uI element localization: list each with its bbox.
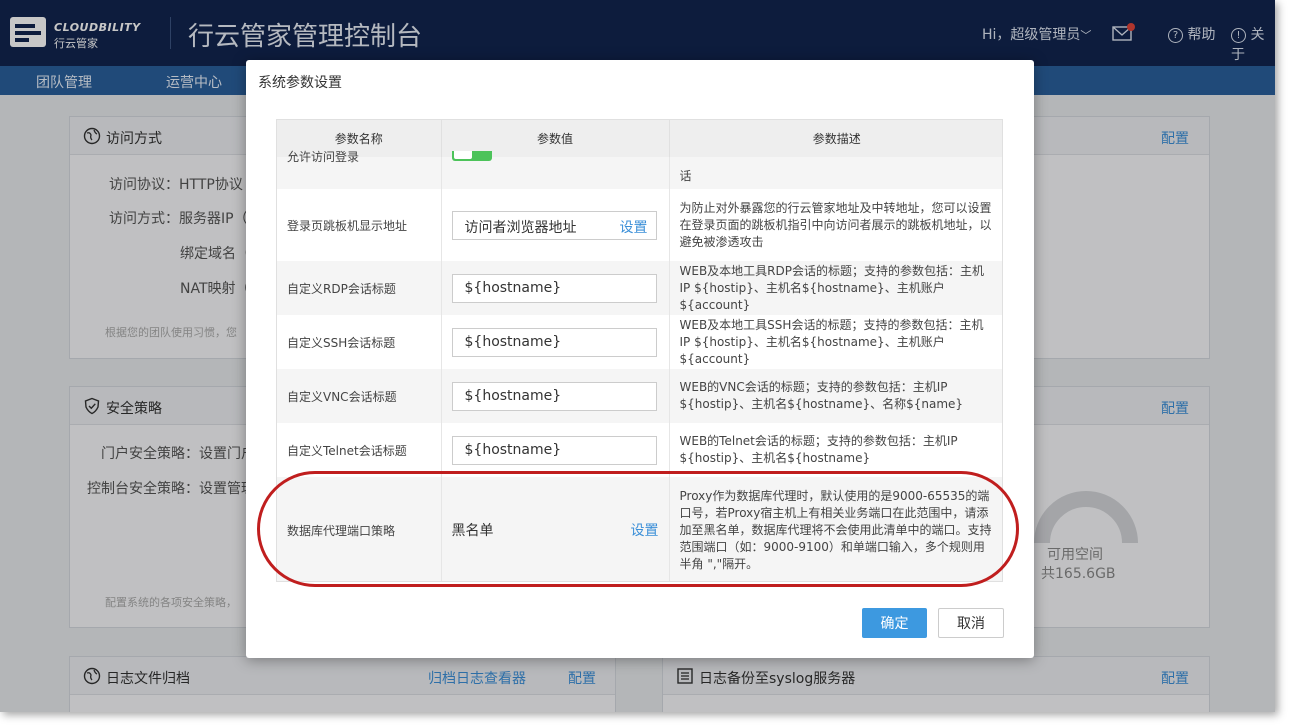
row-desc: WEB的Telnet会话的标题；支持的参数包括：主机IP ${hostip}、主… (679, 434, 958, 465)
jump-host-address-field[interactable]: 访问者浏览器地址 设置 (451, 210, 657, 240)
toggle-knob (453, 151, 472, 159)
highlight-annotation (257, 471, 1019, 587)
page: CLOUDBILITY 行云管家 行云管家管理控制台 Hi，超级管理员﹀ ? 帮… (0, 0, 1275, 712)
col-header-desc: 参数描述 (669, 120, 1002, 157)
row-desc: WEB的VNC会话的标题；支持的参数包括：主机IP ${hostip}、主机名$… (679, 380, 964, 411)
table-row: 自定义SSH会话标题 ${hostname} WEB及本地工具SSH会话的标题；… (277, 315, 1002, 369)
vnc-title-input[interactable]: ${hostname} (451, 381, 657, 411)
row-name: 自定义Telnet会话标题 (277, 423, 442, 477)
row-desc: WEB及本地工具SSH会话的标题；支持的参数包括：主机IP ${hostip}、… (679, 317, 984, 366)
row-desc: WEB及本地工具RDP会话的标题；支持的参数包括：主机IP ${hostip}、… (679, 263, 985, 312)
table-row: 登录页跳板机显示地址 访问者浏览器地址 设置 为防止对外暴露您的行云管家地址及中… (277, 189, 1002, 261)
dialog-title: 系统参数设置 (258, 75, 342, 91)
confirm-button[interactable]: 确定 (862, 608, 927, 638)
row-name: 登录页跳板机显示地址 (277, 189, 442, 261)
row-desc: 为防止对外暴露您的行云管家地址及中转地址，您可以设置在登录页面的跳板机指引中向访… (679, 200, 992, 249)
jump-host-set-link[interactable]: 设置 (620, 217, 648, 237)
row-name: 允许访问登录 (287, 150, 360, 164)
row-name: 自定义SSH会话标题 (277, 315, 442, 369)
table-row: 允许访问登录 话 (277, 150, 1002, 189)
row-name: 自定义RDP会话标题 (277, 261, 442, 315)
row-name: 自定义VNC会话标题 (277, 369, 442, 423)
table-row: 自定义RDP会话标题 ${hostname} WEB及本地工具RDP会话的标题；… (277, 261, 1002, 315)
telnet-title-input[interactable]: ${hostname} (451, 435, 657, 465)
toggle-switch[interactable] (451, 151, 492, 161)
field-value: 访问者浏览器地址 (464, 219, 577, 236)
ssh-title-input[interactable]: ${hostname} (451, 327, 657, 357)
table-row: 自定义Telnet会话标题 ${hostname} WEB的Telnet会话的标… (277, 423, 1002, 477)
row-desc: 话 (679, 169, 692, 183)
rdp-title-input[interactable]: ${hostname} (451, 273, 657, 303)
cancel-button[interactable]: 取消 (938, 608, 1004, 638)
table-row: 自定义VNC会话标题 ${hostname} WEB的VNC会话的标题；支持的参… (277, 369, 1002, 423)
